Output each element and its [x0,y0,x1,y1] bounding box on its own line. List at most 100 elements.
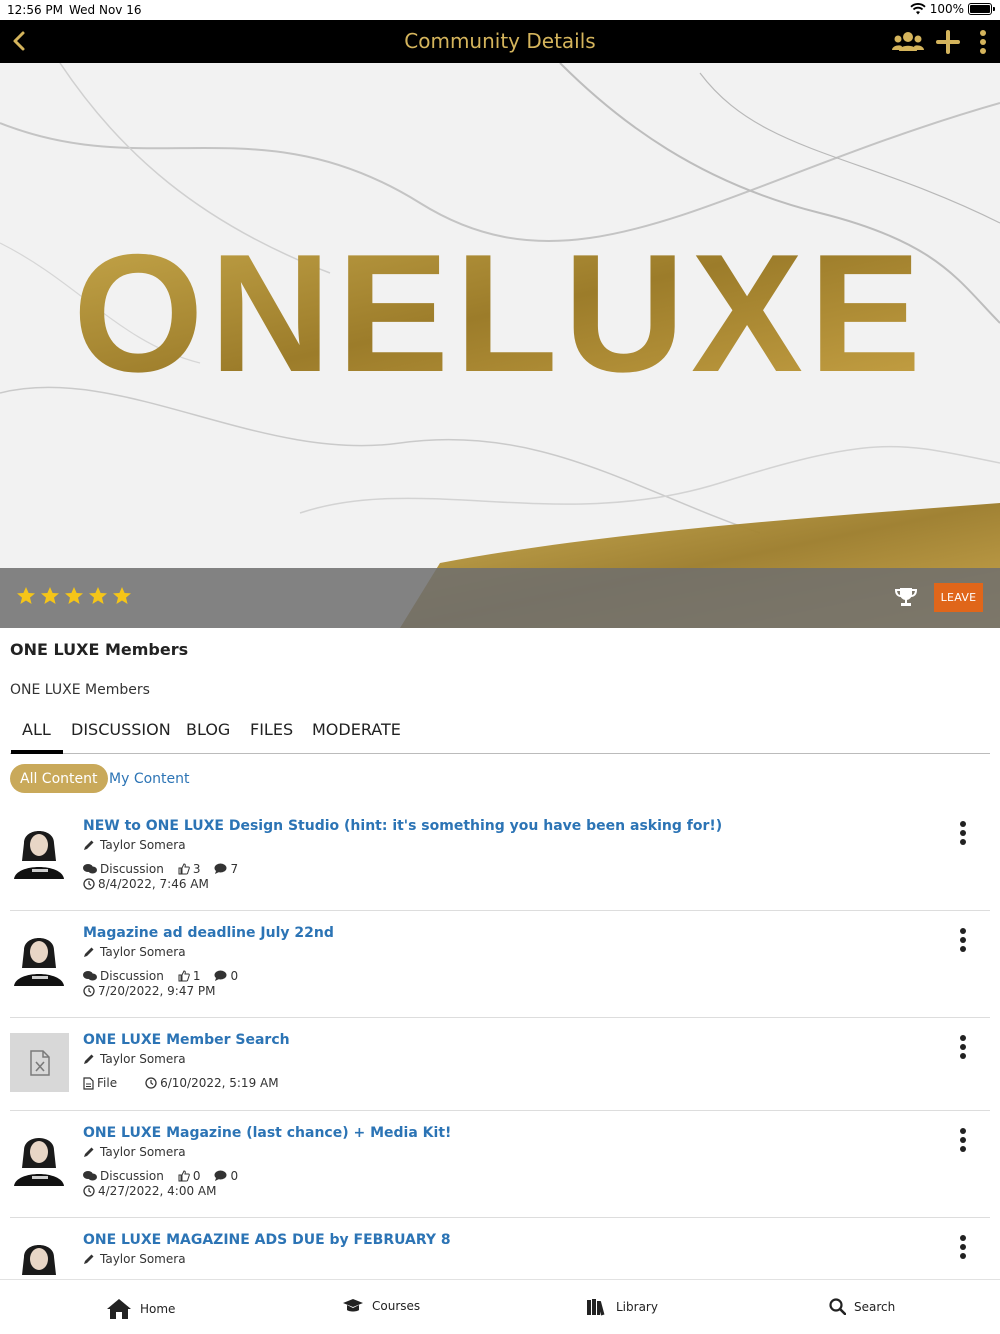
tab-courses[interactable]: Courses [342,1298,420,1314]
clock-icon [83,1185,95,1197]
wifi-icon [910,3,926,15]
pencil-icon [84,1254,94,1264]
status-date: Wed Nov 16 [69,3,142,17]
item-author: Taylor Somera [83,1252,186,1266]
community-description: ONE LUXE Members [10,682,150,698]
clock-icon [83,878,95,890]
star-rating [16,586,132,606]
tab-moderate[interactable]: MODERATE [312,720,401,753]
filter-all-content[interactable]: All Content [10,764,108,793]
item-author: Taylor Somera [83,1145,186,1159]
content-tabs: ALL DISCUSSION BLOG FILES MODERATE [10,716,990,754]
likes-count: 3 [192,862,201,876]
comments-count: 0 [230,1169,239,1183]
graduation-cap-icon [343,1299,363,1312]
tab-home[interactable]: Home [106,1298,175,1320]
discussion-icon [83,1171,97,1181]
trophy-icon[interactable] [894,585,918,609]
status-time: 12:56 PM [7,3,63,17]
discussion-icon [83,864,97,874]
add-icon[interactable] [936,29,960,55]
avatar [10,1128,68,1186]
item-title[interactable]: ONE LUXE Member Search [83,1032,290,1048]
item-author: Taylor Somera [83,1052,186,1066]
item-author: Taylor Somera [83,945,186,959]
rating-bar [0,568,1000,628]
item-date-row: 4/27/2022, 4:00 AM [83,1184,230,1198]
home-icon [107,1299,131,1319]
item-title[interactable]: Magazine ad deadline July 22nd [83,925,334,941]
more-vertical-icon[interactable] [955,1127,971,1153]
status-bar: 12:56 PM Wed Nov 16 100% [0,0,1000,20]
community-banner: ONELUXE LEAVE [0,63,1000,628]
more-vertical-icon[interactable] [955,1034,971,1060]
item-title[interactable]: ONE LUXE Magazine (last chance) + Media … [83,1125,451,1141]
more-vertical-icon[interactable] [955,820,971,846]
item-title[interactable]: ONE LUXE MAGAZINE ADS DUE by FEBRUARY 8 [83,1232,451,1248]
star-icon [41,587,59,604]
item-type: Discussion [100,969,164,983]
marble-background: ONELUXE [0,63,1000,628]
thumbs-up-icon[interactable] [178,863,190,875]
item-type: Discussion [100,862,164,876]
item-date: 6/10/2022, 5:19 AM [160,1076,279,1090]
bottom-tab-bar: Home Courses Library Search [0,1279,1000,1334]
more-vertical-icon[interactable] [955,927,971,953]
tab-courses-label: Courses [372,1299,421,1313]
search-icon [829,1298,846,1315]
author-name: Taylor Somera [100,1252,186,1266]
item-date: 4/27/2022, 4:00 AM [98,1184,217,1198]
leave-button[interactable]: LEAVE [934,583,983,612]
star-icon [65,587,83,604]
tab-blog[interactable]: BLOG [186,720,230,753]
item-title[interactable]: NEW to ONE LUXE Design Studio (hint: it'… [83,818,722,834]
more-vertical-icon[interactable] [955,1234,971,1260]
discussion-icon [83,971,97,981]
list-item[interactable]: NEW to ONE LUXE Design Studio (hint: it'… [10,803,990,911]
filter-my-content[interactable]: My Content [99,764,200,793]
tab-library[interactable]: Library [586,1298,658,1316]
likes-count: 1 [192,969,201,983]
clock-icon [83,985,95,997]
list-item[interactable]: Magazine ad deadline July 22nd Taylor So… [10,911,990,1018]
more-vertical-icon[interactable] [976,29,990,55]
pencil-icon [84,1054,94,1064]
comments-count: 0 [230,969,239,983]
tab-home-label: Home [140,1302,176,1316]
tab-discussion[interactable]: DISCUSSION [71,720,171,753]
item-meta: Discussion 3 7 [83,862,252,876]
list-item[interactable]: ONE LUXE Magazine (last chance) + Media … [10,1111,990,1218]
tab-all[interactable]: ALL [11,720,63,754]
excel-file-icon [29,1049,50,1076]
item-date: 7/20/2022, 9:47 PM [98,984,216,998]
item-type: File [97,1076,118,1090]
list-item[interactable]: ONE LUXE Member Search Taylor Somera Fil… [10,1018,990,1111]
thumbs-up-icon[interactable] [178,970,190,982]
thumbs-up-icon[interactable] [178,1170,190,1182]
avatar [10,1235,68,1279]
avatar [10,928,68,986]
pencil-icon [84,840,94,850]
star-icon [89,587,107,604]
comment-icon [214,970,227,981]
avatar [10,821,68,879]
star-icon [17,587,35,604]
tab-library-label: Library [616,1300,658,1314]
item-meta: Discussion 1 0 [83,969,252,983]
list-item[interactable]: ONE LUXE MAGAZINE ADS DUE by FEBRUARY 8 … [10,1218,990,1279]
author-name: Taylor Somera [100,838,186,852]
item-date: 8/4/2022, 7:46 AM [98,877,209,891]
tab-search[interactable]: Search [829,1298,895,1315]
star-icon [113,587,131,604]
nav-bar: Community Details [0,20,1000,63]
author-name: Taylor Somera [100,1145,186,1159]
tab-files[interactable]: FILES [250,720,293,753]
item-date-row: 8/4/2022, 7:46 AM [83,877,223,891]
comments-count: 7 [230,862,239,876]
community-logo: ONELUXE [73,219,927,407]
item-author: Taylor Somera [83,838,186,852]
members-icon[interactable] [892,29,924,55]
likes-count: 0 [192,1169,201,1183]
author-name: Taylor Somera [100,945,186,959]
item-meta: File 6/10/2022, 5:19 AM [83,1076,293,1090]
